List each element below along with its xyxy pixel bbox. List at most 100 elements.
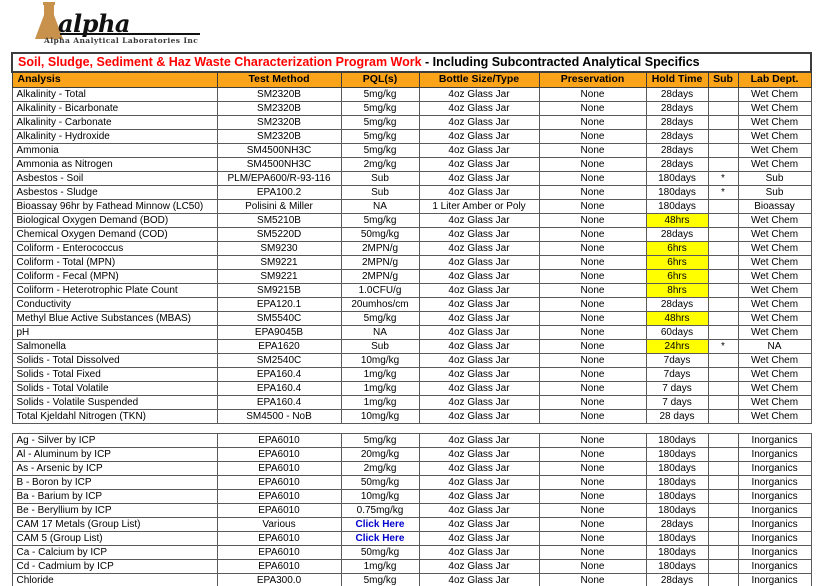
cell-test-method: EPA6010 [216,530,342,546]
table-row[interactable]: As - Arsenic by ICP EPA6010 2mg/kg 4oz Glas… [11,460,812,476]
table-row[interactable]: Methyl Blue Active Substances (MBAS) SM55… [11,310,812,326]
cell-lab-dept: Inorganics [737,474,812,490]
cell-hold-time: 28days [645,296,709,312]
cell-analysis: Ag - Silver by ICP [11,432,218,448]
cell-hold-time: 28days [645,100,709,116]
pql-click-here-link[interactable]: Click Here [340,516,420,532]
table-row[interactable]: Total Kjeldahl Nitrogen (TKN) SM4500 - No… [11,408,812,424]
cell-bottle: 4oz Glass Jar [418,170,540,186]
column-header-hold-time[interactable]: Hold Time [645,71,709,88]
table-body: Alkalinity - Total SM2320B 5mg/kg 4oz Glass… [11,86,812,586]
column-header-preservation[interactable]: Preservation [538,71,647,88]
table-row[interactable]: Salmonella EPA1620 Sub 4oz Glass Jar None 24h… [11,338,812,354]
cell-preservation: None [538,212,647,228]
cell-lab-dept: Wet Chem [737,114,812,130]
cell-pql: Sub [340,184,420,200]
cell-preservation: None [538,184,647,200]
cell-analysis: Conductivity [11,296,218,312]
table-row[interactable]: Solids - Total Volatile EPA160.4 1mg/kg 4oz… [11,380,812,396]
pql-click-here-link[interactable]: Click Here [340,530,420,546]
cell-lab-dept: Wet Chem [737,324,812,340]
cell-analysis: Alkalinity - Total [11,86,218,102]
column-header-bottle-size-type[interactable]: Bottle Size/Type [418,71,540,88]
cell-hold-time: 180days [645,488,709,504]
cell-sub: * [707,338,739,354]
table-row[interactable]: Ammonia SM4500NH3C 5mg/kg 4oz Glass Jar None… [11,142,812,158]
cell-lab-dept: Wet Chem [737,100,812,116]
table-row[interactable]: Ca - Calcium by ICP EPA6010 50mg/kg 4oz Gla… [11,544,812,560]
table-row[interactable]: Cd - Cadmium by ICP EPA6010 1mg/kg 4oz Glas… [11,558,812,574]
column-header-pql[interactable]: PQL(s) [340,71,420,88]
cell-preservation: None [538,324,647,340]
column-header-analysis[interactable]: Analysis [11,71,218,88]
cell-preservation: None [538,488,647,504]
table-row[interactable]: Coliform - Fecal (MPN) SM9221 2MPN/g 4oz Gl… [11,268,812,284]
cell-analysis: Solids - Total Fixed [11,366,218,382]
table-row[interactable]: CAM 5 (Group List) EPA6010 Click Here 4oz G… [11,530,812,546]
cell-pql: 0.75mg/kg [340,502,420,518]
cell-pql: 5mg/kg [340,432,420,448]
cell-hold-time: 28days [645,572,709,586]
cell-lab-dept: Wet Chem [737,380,812,396]
cell-pql: 50mg/kg [340,226,420,242]
table-row[interactable]: Bioassay 96hr by Fathead Minnow (LC50) Po… [11,198,812,214]
cell-analysis: Solids - Total Volatile [11,380,218,396]
table-row[interactable]: CAM 17 Metals (Group List) Various Click H… [11,516,812,532]
column-header-lab-dept[interactable]: Lab Dept. [737,71,812,88]
cell-pql: 5mg/kg [340,212,420,228]
table-row[interactable]: Coliform - Enterococcus SM9230 2MPN/g 4oz G… [11,240,812,256]
cell-bottle: 4oz Glass Jar [418,460,540,476]
column-header-test-method[interactable]: Test Method [216,71,342,88]
table-row[interactable]: Coliform - Total (MPN) SM9221 2MPN/g 4oz Gl… [11,254,812,270]
table-row[interactable]: Asbestos - Sludge EPA100.2 Sub 4oz Glass Ja… [11,184,812,200]
cell-bottle: 4oz Glass Jar [418,488,540,504]
table-row[interactable]: Alkalinity - Carbonate SM2320B 5mg/kg 4oz G… [11,114,812,130]
table-row[interactable]: Ag - Silver by ICP EPA6010 5mg/kg 4oz Glass… [11,432,812,448]
table-row[interactable]: Be - Beryllium by ICP EPA6010 0.75mg/kg 4oz… [11,502,812,518]
cell-test-method: EPA6010 [216,502,342,518]
table-row[interactable]: Alkalinity - Bicarbonate SM2320B 5mg/kg 4oz… [11,100,812,116]
table-row[interactable]: Alkalinity - Hydroxide SM2320B 5mg/kg 4oz G… [11,128,812,144]
table-row[interactable]: Ba - Barium by ICP EPA6010 10mg/kg 4oz Glas… [11,488,812,504]
cell-preservation: None [538,544,647,560]
cell-lab-dept: Inorganics [737,432,812,448]
table-row[interactable]: Solids - Total Dissolved SM2540C 10mg/kg 4o… [11,352,812,368]
cell-analysis: As - Arsenic by ICP [11,460,218,476]
table-row[interactable]: Solids - Total Fixed EPA160.4 1mg/kg 4oz Gl… [11,366,812,382]
table-row[interactable]: Chemical Oxygen Demand (COD) SM5220D 50mg/… [11,226,812,242]
column-header-sub[interactable]: Sub [707,71,739,88]
cell-bottle: 4oz Glass Jar [418,366,540,382]
table-row[interactable]: Alkalinity - Total SM2320B 5mg/kg 4oz Glass… [11,86,812,102]
table-row[interactable]: Al - Aluminum by ICP EPA6010 20mg/kg 4oz Gl… [11,446,812,462]
logo-underline [60,33,200,35]
cell-sub: * [707,170,739,186]
cell-analysis: pH [11,324,218,340]
table-row[interactable]: Chloride EPA300.0 5mg/kg 4oz Glass Jar None 2… [11,572,812,586]
cell-test-method: EPA160.4 [216,394,342,410]
cell-hold-time: 7days [645,366,709,382]
table-row[interactable]: Conductivity EPA120.1 20umhos/cm 4oz Glass … [11,296,812,312]
cell-analysis: Be - Beryllium by ICP [11,502,218,518]
cell-sub [707,142,739,158]
cell-lab-dept: Wet Chem [737,408,812,424]
table-row[interactable]: Asbestos - Soil PLM/EPA600/R-93-116 Sub 4oz… [11,170,812,186]
table-row[interactable]: B - Boron by ICP EPA6010 50mg/kg 4oz Glass … [11,474,812,490]
cell-preservation: None [538,352,647,368]
cell-hold-time: 180days [645,432,709,448]
table-row[interactable]: Solids - Volatile Suspended EPA160.4 1mg/k… [11,394,812,410]
cell-pql: 20umhos/cm [340,296,420,312]
cell-analysis: Al - Aluminum by ICP [11,446,218,462]
cell-bottle: 4oz Glass Jar [418,128,540,144]
cell-preservation: None [538,268,647,284]
table-row[interactable]: Biological Oxygen Demand (BOD) SM5210B 5mg… [11,212,812,228]
table-row[interactable]: Coliform - Heterotrophic Plate Count SM92… [11,282,812,298]
cell-hold-time: 180days [645,502,709,518]
cell-preservation: None [538,282,647,298]
cell-pql: 2MPN/g [340,240,420,256]
cell-pql: 10mg/kg [340,352,420,368]
table-row[interactable]: Ammonia as Nitrogen SM4500NH3C 2mg/kg 4oz G… [11,156,812,172]
cell-hold-time: 24hrs [645,338,709,354]
cell-pql: 5mg/kg [340,142,420,158]
cell-hold-time: 180days [645,558,709,574]
table-row[interactable]: pH EPA9045B NA 4oz Glass Jar None 60days Wet C… [11,324,812,340]
